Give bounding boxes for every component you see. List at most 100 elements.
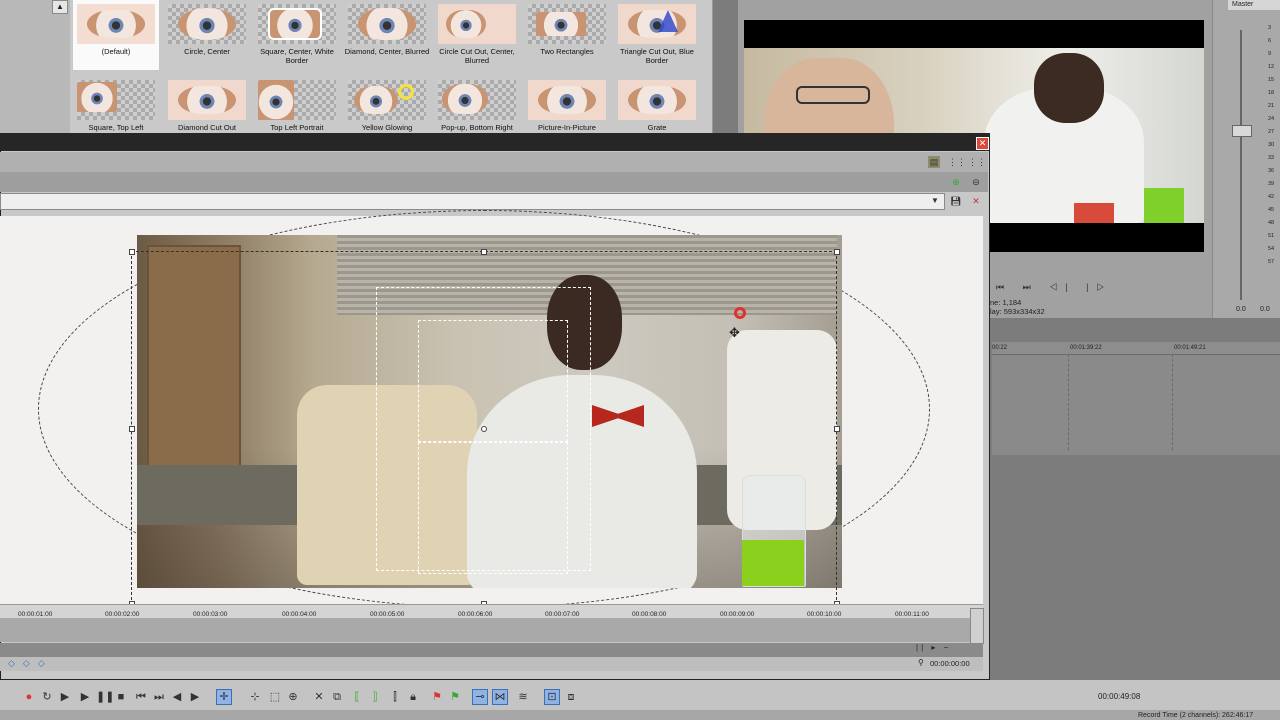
view-icon[interactable]: ▤ (928, 156, 940, 168)
horizontal-scrollbar[interactable] (0, 643, 983, 657)
preset-triangle-cut-out[interactable]: Triangle Cut Out, Blue Border (614, 0, 700, 70)
preset-circle-cut-out[interactable]: Circle Cut Out, Center, Blurred (434, 0, 520, 70)
play-from-start-icon[interactable]: ▶ (58, 690, 72, 704)
master-fader[interactable] (1232, 125, 1252, 137)
glasses-icon (796, 86, 870, 104)
timeline-ruler[interactable]: 00:22 00:01:39:22 00:01:49:21 (992, 342, 1280, 354)
normal-edit-tool-icon[interactable]: ✛ (216, 689, 232, 705)
preview-transport[interactable]: ⏮ ⏭ ◁| |▷ (996, 282, 1112, 293)
keyframe-track[interactable] (0, 618, 970, 642)
crop-handle[interactable] (834, 426, 840, 432)
eye-icon (442, 84, 488, 114)
envelope-tool-icon[interactable]: ⊹ (248, 690, 262, 704)
grid-icon[interactable]: ⋮⋮ (948, 156, 966, 168)
stop-icon[interactable]: ■ (114, 690, 128, 704)
selection-tool-icon[interactable]: ⬚ (268, 690, 282, 704)
ruler-label: 00:00:02:00 (105, 611, 140, 618)
meter-tick: 6 (1268, 38, 1272, 44)
meter-tick: 42 (1268, 194, 1275, 200)
meter-value: 0.0 (1260, 306, 1270, 313)
ruler-label: 00:00:07:00 (545, 611, 580, 618)
close-button[interactable]: ✕ (976, 137, 989, 150)
preset-label: (Default) (101, 47, 131, 56)
chevron-down-icon[interactable]: ▼ (931, 196, 939, 205)
move-cursor-icon: ✥ (729, 325, 740, 340)
fader-value: 0.0 (1236, 306, 1246, 313)
trim-icon[interactable]: ⧉ (330, 690, 344, 704)
vertical-scrollbar[interactable] (970, 608, 984, 644)
zoom-tool-icon[interactable]: ⊕ (286, 690, 300, 704)
preset-thumbnail (438, 4, 516, 44)
crop-handle[interactable] (129, 426, 135, 432)
preset-thumbnail (528, 4, 606, 44)
ruler-label: 00:00:06:00 (458, 611, 493, 618)
snapping-icon[interactable]: ⊸ (472, 689, 488, 705)
next-frame-icon[interactable]: ▶ (188, 690, 202, 704)
eye-icon (268, 8, 322, 40)
auto-crossfade-icon[interactable]: ⋈ (492, 689, 508, 705)
delete-preset-icon[interactable]: ✕ (970, 195, 982, 207)
loop-icon[interactable]: ↻ (40, 690, 54, 704)
grid-alt-icon[interactable]: ⋮⋮ (968, 156, 986, 168)
preset-square-center[interactable]: Square, Center, White Border (254, 0, 340, 70)
preset-thumbnail (77, 80, 155, 120)
play-icon[interactable]: ▶ (78, 690, 92, 704)
remove-keyframe-icon[interactable]: ⊖ (970, 176, 982, 188)
go-to-start-icon[interactable]: ⏮ (134, 690, 148, 704)
pan-crop-ruler[interactable]: 00:00:01:00 00:00:02:00 00:00:03:00 00:0… (0, 604, 983, 619)
crop-handle[interactable] (834, 249, 840, 255)
keyframe-nav-icons[interactable]: ◇◇◇ (8, 658, 53, 669)
scroll-up-button[interactable]: ▲ (52, 0, 68, 14)
delete-icon[interactable]: ✕ (312, 690, 326, 704)
ruler-label: 00:00:10:00 (807, 611, 842, 618)
meter-tick: 3 (1268, 25, 1272, 31)
center-point[interactable] (481, 426, 487, 432)
meter-tick: 27 (1268, 129, 1275, 135)
trim-start-icon[interactable]: ⟦ (350, 690, 364, 704)
preset-two-rectangles[interactable]: Two Rectangles (524, 0, 610, 70)
preset-label: Pop-up, Bottom Right (441, 123, 513, 132)
pan-crop-titlebar[interactable] (0, 133, 990, 151)
red-liquid (1074, 203, 1114, 223)
ruler-label: 00:00:04:00 (282, 611, 317, 618)
split-icon[interactable]: ⫿ (388, 690, 402, 704)
meter-tick: 24 (1268, 116, 1275, 122)
mask-path-lower[interactable] (418, 442, 568, 574)
ruler-label: 00:22 (992, 345, 1008, 351)
mask-path-inner[interactable] (418, 320, 568, 442)
region-icon[interactable]: ⚑ (448, 690, 462, 704)
preset-thumbnail (258, 80, 336, 120)
trim-end-icon[interactable]: ⟧ (368, 690, 382, 704)
pause-icon[interactable]: ❚❚ (96, 690, 114, 704)
transport-time: 00:00:49:08 (1098, 692, 1141, 701)
preset-thumbnail (618, 80, 696, 120)
grid-line (1068, 354, 1070, 450)
preset-diamond-center[interactable]: Diamond, Center, Blurred (344, 0, 430, 70)
preset-dropdown[interactable] (0, 193, 945, 210)
timeline-tracks[interactable] (992, 354, 1280, 455)
ignore-grouping-icon[interactable]: ⧈ (564, 690, 578, 704)
preset-label: Yellow Glowing (361, 123, 413, 132)
meter-tick: 39 (1268, 181, 1275, 187)
go-to-end-icon[interactable]: ⏭ (152, 690, 166, 704)
save-preset-icon[interactable]: 💾︎ (950, 195, 962, 207)
lock-envelopes-icon[interactable]: ⊡ (544, 689, 560, 705)
preset-circle-center[interactable]: Circle, Center (164, 0, 250, 70)
add-keyframe-icon[interactable]: ⊕ (950, 176, 962, 188)
crop-handle[interactable] (481, 249, 487, 255)
zoom-controls[interactable]: || ▸ − (916, 643, 951, 652)
display-info: lay: 593x334x32 (990, 307, 1045, 316)
preset-label: Circle, Center (184, 47, 230, 56)
meter-tick: 33 (1268, 155, 1275, 161)
master-tab[interactable]: Master (1228, 0, 1280, 10)
marker-icon[interactable]: ⚑ (430, 690, 444, 704)
lock-icon[interactable]: 🔒︎ (406, 690, 420, 704)
crop-handle[interactable] (129, 249, 135, 255)
prev-frame-icon[interactable]: ◀ (170, 690, 184, 704)
status-strip (0, 710, 1280, 720)
record-icon[interactable]: ● (22, 690, 36, 704)
ripple-icon[interactable]: ≋ (516, 690, 530, 704)
pan-crop-subtoolbar: ⊕ ⊖ (0, 172, 988, 192)
preset-thumbnail (258, 4, 336, 44)
preset-default[interactable]: (Default) (73, 0, 159, 70)
